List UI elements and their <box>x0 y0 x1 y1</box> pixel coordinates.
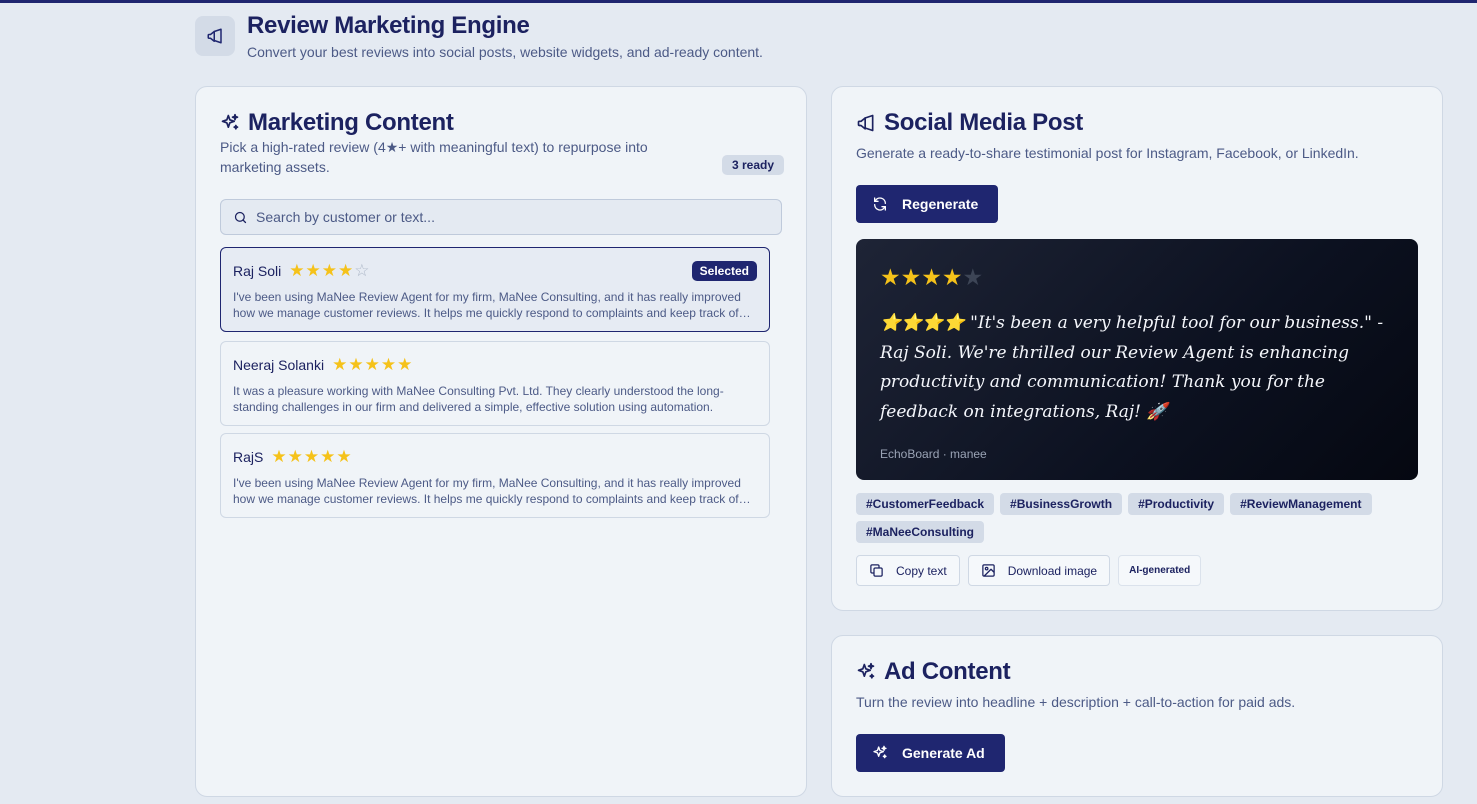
hashtag-chip: #ReviewManagement <box>1230 493 1372 515</box>
marketing-content-card: Marketing Content Pick a high-rated revi… <box>195 86 807 797</box>
star-empty-icon: ★ <box>962 264 984 290</box>
hashtag-chip: #MaNeeConsulting <box>856 521 985 543</box>
copy-icon <box>870 564 883 577</box>
review-customer-name: Neeraj Solanki <box>233 357 325 373</box>
copy-text-label: Copy text <box>896 563 947 578</box>
social-media-post-title-text: Social Media Post <box>884 109 1083 136</box>
selected-badge: Selected <box>691 261 757 281</box>
star-filled-icon: ★ <box>900 264 922 290</box>
download-image-button[interactable]: Download image <box>967 555 1111 586</box>
review-header: Neeraj Solanki ★ ★ ★ ★ ★ <box>233 356 757 374</box>
post-text: ⭐⭐⭐⭐ "It's been a very helpful tool for … <box>880 313 1384 422</box>
hashtag-chip: #CustomerFeedback <box>856 493 995 515</box>
generate-ad-label: Generate Ad <box>902 745 985 761</box>
ad-content-title-text: Ad Content <box>884 658 1011 685</box>
ad-content-title: Ad Content <box>856 658 1295 686</box>
social-media-post-title: Social Media Post <box>856 109 1359 137</box>
review-item[interactable]: Neeraj Solanki ★ ★ ★ ★ ★ It was a pleasure wor… <box>220 341 770 426</box>
review-rating-stars: ★ ★ ★ ★ ★ <box>332 356 413 374</box>
search-input[interactable] <box>256 209 756 225</box>
review-text: It was a pleasure working with MaNee Con… <box>233 384 724 414</box>
ready-count-badge: 3 ready <box>721 155 784 175</box>
star-filled-icon: ★ <box>320 447 336 466</box>
hashtag-chip: #BusinessGrowth <box>1000 493 1123 515</box>
star-filled-icon: ★ <box>880 264 901 290</box>
sparkles-icon <box>873 745 887 759</box>
refresh-icon <box>874 197 886 211</box>
regenerate-button[interactable]: Regenerate <box>856 185 998 223</box>
star-filled-icon: ★ <box>397 355 413 374</box>
post-actions: Copy text Download image AI-generated <box>856 555 1202 586</box>
review-customer-name: RajS <box>233 449 264 465</box>
review-item[interactable]: RajS ★ ★ ★ ★ ★ I've been using MaNee Review Ag… <box>220 433 770 518</box>
sparkles-icon <box>221 113 239 130</box>
social-media-post-description: Generate a ready-to-share testimonial po… <box>856 145 1359 161</box>
post-preview: ★ ★ ★ ★ ★ ⭐⭐⭐⭐ "It's been a very helpful too… <box>856 239 1418 480</box>
star-filled-icon: ★ <box>338 261 354 280</box>
megaphone-icon <box>195 16 235 56</box>
review-header: RajS ★ ★ ★ ★ ★ <box>233 448 757 466</box>
star-filled-icon: ★ <box>364 355 380 374</box>
search-icon <box>234 211 247 223</box>
image-icon <box>981 564 995 577</box>
review-customer-name: Raj Soli <box>233 263 282 279</box>
download-image-label: Download image <box>1007 563 1098 578</box>
ad-content-description: Turn the review into headline + descript… <box>856 694 1296 710</box>
star-filled-icon: ★ <box>336 447 352 466</box>
review-rating-stars: ★ ★ ★ ★ ☆ <box>289 262 370 280</box>
review-header: Raj Soli ★ ★ ★ ★ ☆ Selected <box>233 261 757 281</box>
top-accent-bar <box>0 0 1477 3</box>
star-filled-icon: ★ <box>303 447 320 466</box>
star-filled-icon: ★ <box>321 261 337 280</box>
sparkles-icon <box>857 662 875 679</box>
post-rating-stars: ★ ★ ★ ★ ★ <box>880 265 1394 289</box>
review-rating-stars: ★ ★ ★ ★ ★ <box>271 448 352 466</box>
marketing-content-title: Marketing Content <box>220 109 784 137</box>
search-field[interactable] <box>220 199 782 235</box>
review-text: I've been using MaNee Review Agent for m… <box>233 290 741 320</box>
star-filled-icon: ★ <box>289 261 305 280</box>
hashtag-chip: #Productivity <box>1128 493 1225 515</box>
marketing-content-title-text: Marketing Content <box>248 109 454 136</box>
ad-content-card: Ad Content Turn the review into headline… <box>831 635 1443 797</box>
post-source: EchoBoard · manee <box>880 447 987 461</box>
hashtag-list: #CustomerFeedback #BusinessGrowth #Product… <box>856 493 1426 549</box>
star-filled-icon: ★ <box>380 355 397 374</box>
regenerate-label: Regenerate <box>902 196 979 212</box>
page-title: Review Marketing Engine <box>247 12 530 39</box>
star-filled-icon: ★ <box>305 261 321 280</box>
review-item[interactable]: Raj Soli ★ ★ ★ ★ ☆ Selected I've been using MaN… <box>220 247 770 332</box>
star-filled-icon: ★ <box>332 355 348 374</box>
star-empty-icon: ☆ <box>354 261 370 280</box>
page-header: Review Marketing Engine Convert your bes… <box>195 12 763 60</box>
page-subtitle: Convert your best reviews into social po… <box>247 44 763 60</box>
generate-ad-button[interactable]: Generate Ad <box>856 734 1005 772</box>
megaphone-icon <box>857 114 874 132</box>
star-filled-icon: ★ <box>348 355 364 374</box>
star-filled-icon: ★ <box>271 447 287 466</box>
star-filled-icon: ★ <box>941 264 963 290</box>
review-text: I've been using MaNee Review Agent for m… <box>233 476 741 506</box>
ai-generated-badge: AI-generated <box>1118 555 1202 586</box>
social-media-post-card: Social Media Post Generate a ready-to-sh… <box>831 86 1443 611</box>
star-filled-icon: ★ <box>921 264 942 290</box>
marketing-content-description: Pick a high-rated review (4★+ with meani… <box>220 139 648 175</box>
star-filled-icon: ★ <box>287 447 303 466</box>
copy-text-button[interactable]: Copy text <box>856 555 960 586</box>
